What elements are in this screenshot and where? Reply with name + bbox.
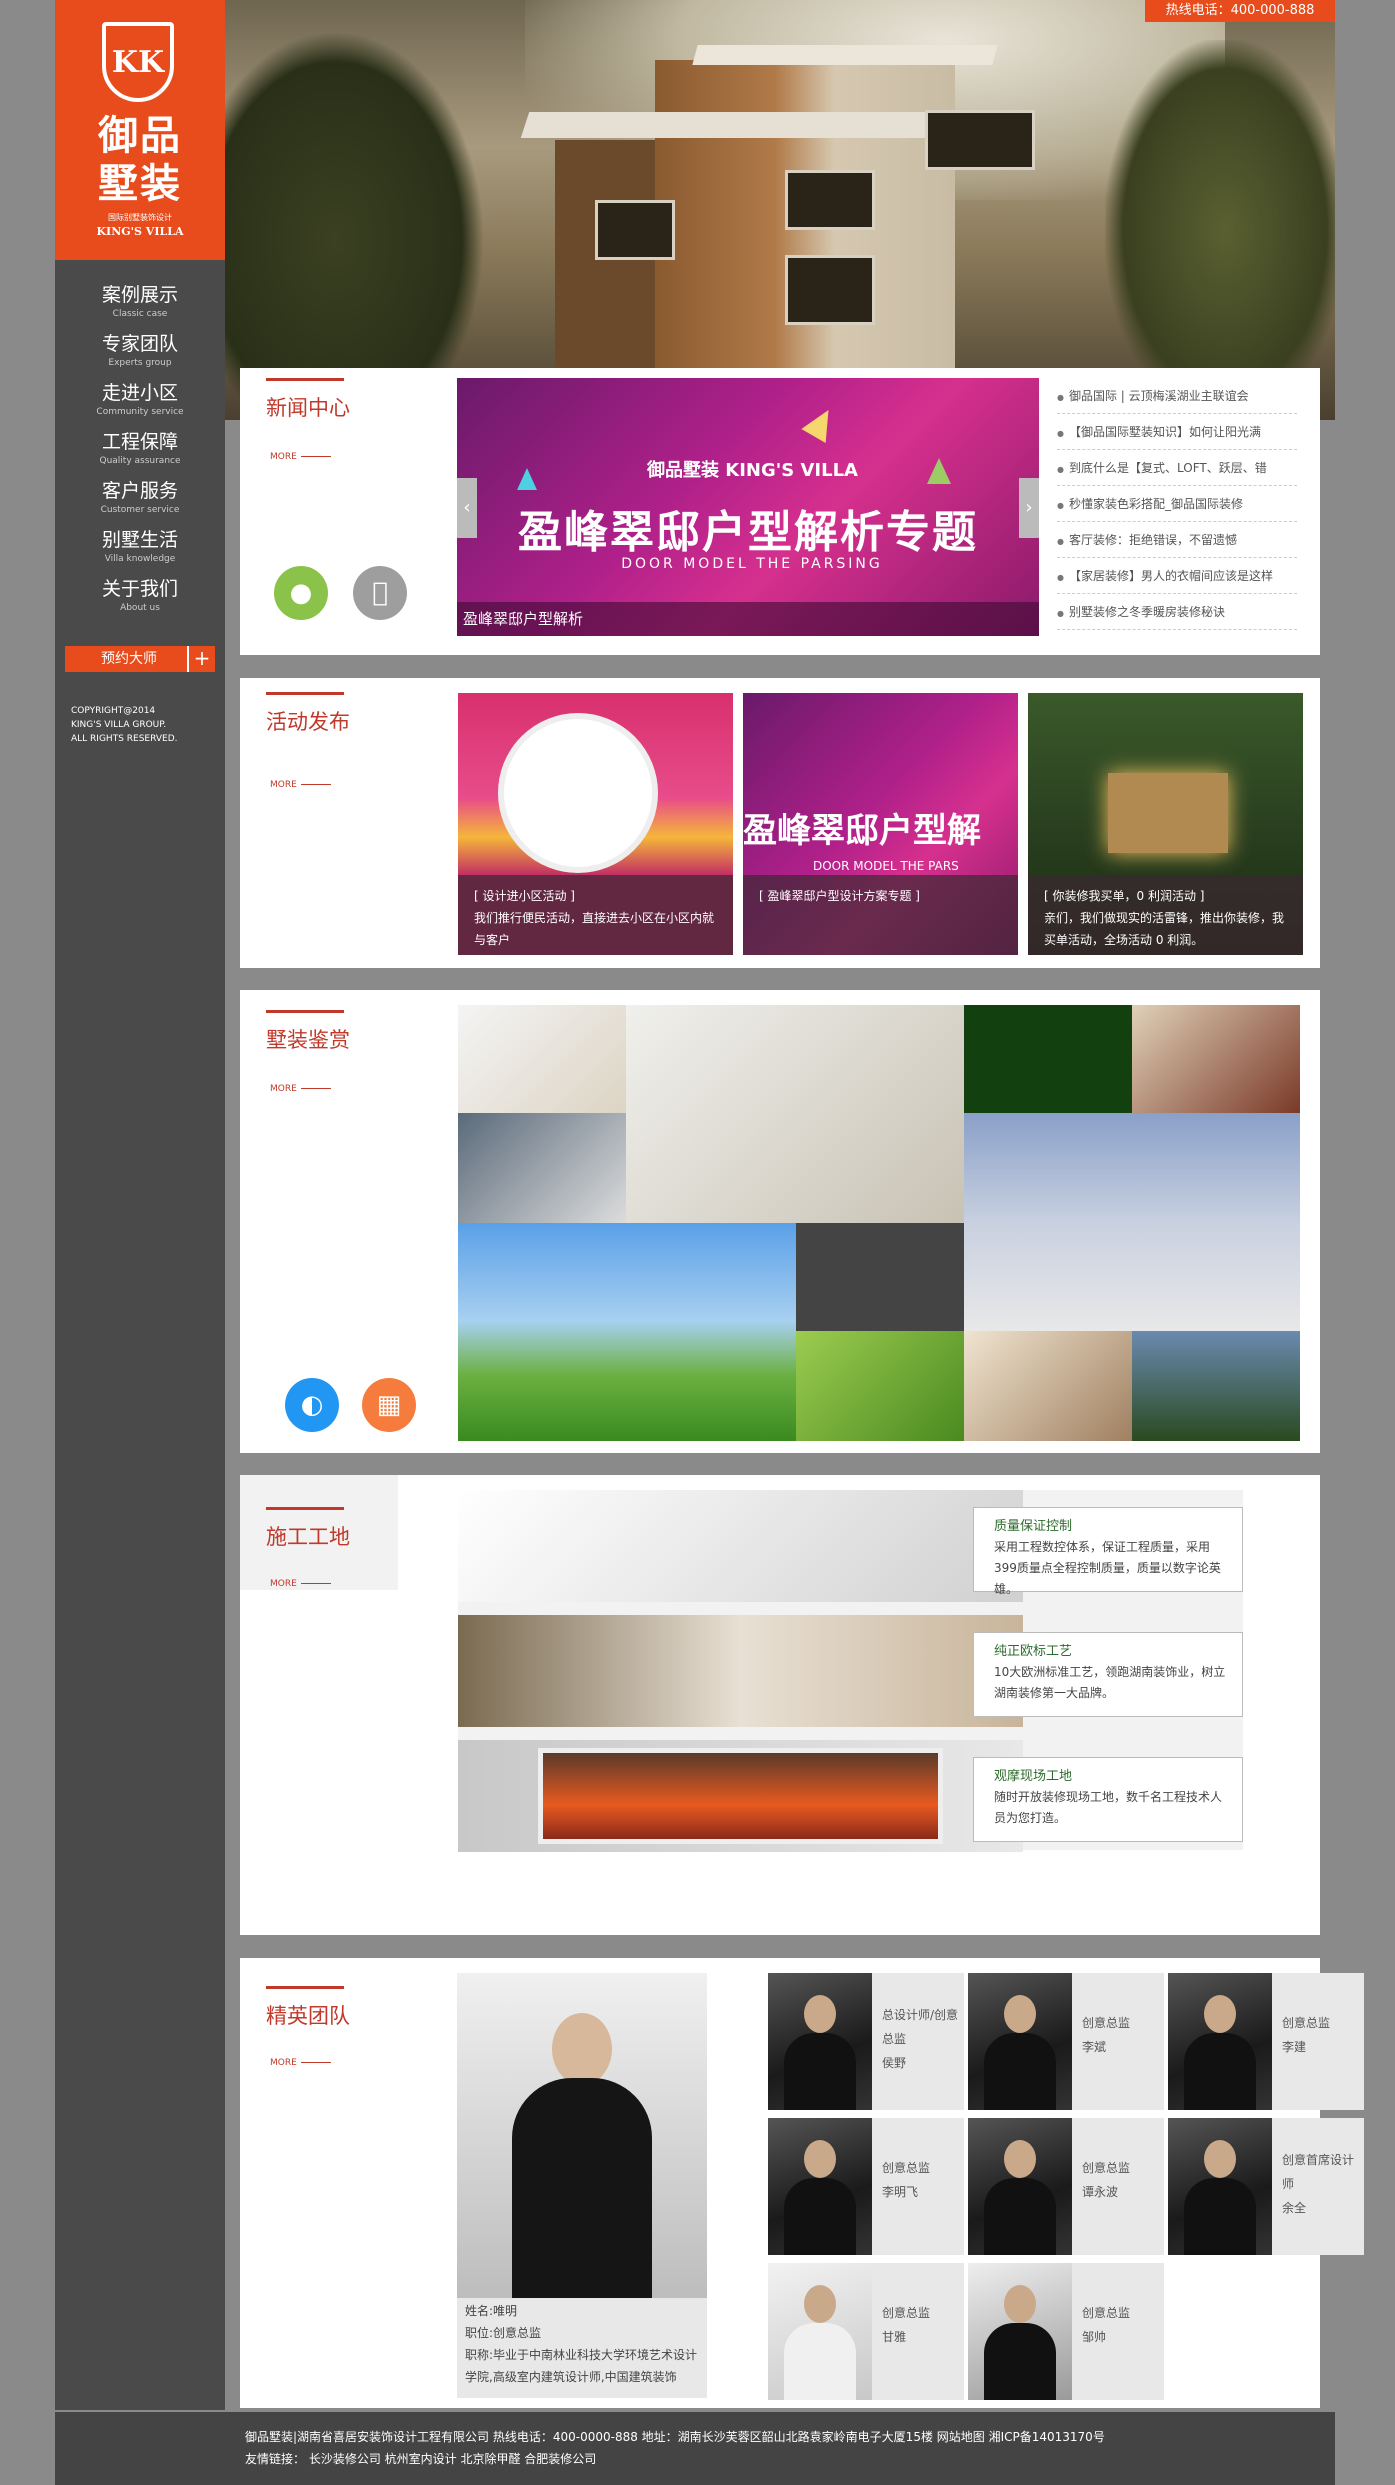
news-item[interactable]: 客厅装修：拒绝错误，不留遗憾 bbox=[1057, 522, 1297, 558]
shield-logo-icon: KK bbox=[102, 22, 174, 102]
construct-panel: 施工工地 MORE 质量保证控制 采用工程数控体系，保证工程质量，采用399质量点… bbox=[240, 1475, 1320, 1935]
news-item[interactable]: 【家居装修】男人的衣帽间应该是这样 bbox=[1057, 558, 1297, 594]
logo-subtitle: 国际别墅装饰设计 bbox=[108, 213, 172, 222]
gallery-image[interactable] bbox=[796, 1223, 964, 1331]
gallery-image[interactable] bbox=[796, 1331, 964, 1441]
logo-english: KING'S VILLA bbox=[96, 225, 184, 238]
team-member-card[interactable]: 创意总监 李斌 bbox=[968, 1973, 1164, 2110]
villa-night-image bbox=[1108, 773, 1228, 853]
team-member-card[interactable]: 创意总监 甘雅 bbox=[768, 2263, 964, 2400]
gallery-image[interactable] bbox=[1132, 1331, 1300, 1441]
book-icon[interactable]: ▦ bbox=[362, 1378, 416, 1432]
footer-links[interactable]: 友情链接： 长沙装修公司 杭州室内设计 北京除甲醛 合肥装修公司 bbox=[245, 2448, 1335, 2470]
logo-name: 御品 墅装 bbox=[98, 113, 182, 207]
activity-panel: 活动发布 MORE [ 设计进小区活动 ] 我们推行便民活动，直接进去小区在小区内… bbox=[240, 678, 1320, 968]
activity-card[interactable]: [ 你装修我买单，0 利润活动 ] 亲们，我们做现实的活雷锋，推出你装修，我买单活… bbox=[1028, 693, 1303, 955]
hotline-badge: 热线电话：400-000-888 bbox=[1145, 0, 1335, 22]
news-more-link[interactable]: MORE bbox=[270, 452, 331, 462]
book-master-button[interactable]: 预约大师 + bbox=[65, 646, 215, 672]
activity-more-link[interactable]: MORE bbox=[270, 780, 331, 790]
gallery-more-link[interactable]: MORE bbox=[270, 1084, 331, 1094]
construct-text: 纯正欧标工艺 10大欧洲标准工艺，领跑湖南装饰业，树立湖南装修第一大品牌。 bbox=[973, 1632, 1243, 1717]
banner-en: DOOR MODEL THE PARSING bbox=[621, 556, 883, 572]
banner-prev-arrow-icon[interactable]: ‹ bbox=[457, 478, 477, 538]
team-leader-card[interactable]: 姓名:唯明 职位:创意总监 职称:毕业于中南林业科技大学环境艺术设计学院,高级室… bbox=[457, 1973, 707, 2398]
team-member-card[interactable]: 创意总监 邹帅 bbox=[968, 2263, 1164, 2400]
construct-more-link[interactable]: MORE bbox=[270, 1579, 331, 1589]
activity-card-banner-text: 盈峰翠邸户型解 bbox=[743, 811, 981, 851]
gallery-image[interactable] bbox=[964, 1005, 1132, 1113]
construct-text: 质量保证控制 采用工程数控体系，保证工程质量，采用399质量点全程控制质量，质量以… bbox=[973, 1507, 1243, 1596]
activity-title: 活动发布 bbox=[266, 692, 350, 736]
nav-item-experts[interactable]: 专家团队 Experts group bbox=[55, 331, 225, 380]
banner-brand: 御品墅装 KING'S VILLA bbox=[647, 460, 858, 481]
news-panel: 新闻中心 MORE ●  御品墅装 KING'S VILLA 盈峰翠邸户型解析… bbox=[240, 368, 1320, 655]
book-master-label: 预约大师 bbox=[101, 651, 157, 667]
activity-card[interactable]: [ 设计进小区活动 ] 我们推行便民活动，直接进去小区在小区内就与客户 bbox=[458, 693, 733, 955]
nav-item-quality[interactable]: 工程保障 Quality assurance bbox=[55, 429, 225, 478]
team-member-card[interactable]: 总设计师/创意总监 侯野 bbox=[768, 1973, 964, 2110]
hero-villa-image: 热线电话：400-000-888 bbox=[225, 0, 1335, 420]
news-item[interactable]: 别墅装修之冬季暖房装修秘诀 bbox=[1057, 594, 1297, 630]
brand-logo[interactable]: KK 御品 墅装 国际别墅装饰设计 KING'S VILLA bbox=[55, 0, 225, 260]
footer: 御品墅装|湖南省喜居安装饰设计工程有限公司 热线电话：400-0000-888 … bbox=[55, 2412, 1335, 2485]
construct-row: 观摩现场工地 随时开放装修现场工地，数千名工程技术人员为您打造。 bbox=[458, 1740, 1243, 1852]
gallery-panel: 墅装鉴赏 MORE ◐ ▦ bbox=[240, 990, 1320, 1453]
interior-image[interactable] bbox=[458, 1615, 1023, 1727]
gallery-image[interactable] bbox=[964, 1331, 1132, 1441]
news-item[interactable]: 【御品国际墅装知识】如何让阳光满 bbox=[1057, 414, 1297, 450]
news-item[interactable]: 到底什么是【复式、LOFT、跃层、错 bbox=[1057, 450, 1297, 486]
activity-card-caption: [ 设计进小区活动 ] 我们推行便民活动，直接进去小区在小区内就与客户 bbox=[458, 875, 733, 955]
gallery-image[interactable] bbox=[626, 1005, 964, 1223]
nav-item-cases[interactable]: 案例展示 Classic case bbox=[55, 282, 225, 331]
activity-card[interactable]: 盈峰翠邸户型解 DOOR MODEL THE PARS [ 盈峰翠邸户型设计方案… bbox=[743, 693, 1018, 955]
gallery-image[interactable] bbox=[964, 1113, 1300, 1331]
news-banner[interactable]: 御品墅装 KING'S VILLA 盈峰翠邸户型解析专题 DOOR MODEL … bbox=[457, 378, 1039, 636]
copyright: COPYRIGHT@2014 KING'S VILLA GROUP. ALL RIG… bbox=[71, 706, 178, 744]
team-member-card[interactable]: 创意首席设计师 余全 bbox=[1168, 2118, 1364, 2255]
floorplan-image[interactable] bbox=[458, 1490, 1023, 1602]
sidebar: KK 御品 墅装 国际别墅装饰设计 KING'S VILLA 案例展示 Classi… bbox=[55, 0, 225, 2410]
banner-title: 盈峰翠邸户型解析专题 bbox=[518, 507, 978, 558]
main-nav: 案例展示 Classic case 专家团队 Experts group 走进小区 C… bbox=[55, 282, 225, 625]
page-wrapper: KK 御品 墅装 国际别墅装饰设计 KING'S VILLA 案例展示 Classi… bbox=[55, 0, 1364, 2485]
activity-card-caption: [ 盈峰翠邸户型设计方案专题 ] bbox=[743, 875, 1018, 955]
team-photo-image[interactable] bbox=[458, 1740, 1023, 1852]
team-panel: 精英团队 MORE 姓名:唯明 职位:创意总监 职称:毕业于中南林业科技大学环境… bbox=[240, 1958, 1364, 2408]
nav-item-about[interactable]: 关于我们 About us bbox=[55, 576, 225, 625]
nav-item-villa-life[interactable]: 别墅生活 Villa knowledge bbox=[55, 527, 225, 576]
construct-row: 质量保证控制 采用工程数控体系，保证工程质量，采用399质量点全程控制质量，质量以… bbox=[458, 1490, 1243, 1602]
team-more-link[interactable]: MORE bbox=[270, 2058, 331, 2068]
gallery-image[interactable] bbox=[458, 1113, 626, 1223]
plus-icon: + bbox=[187, 646, 215, 672]
construct-title: 施工工地 bbox=[266, 1507, 350, 1551]
news-title: 新闻中心 bbox=[266, 378, 350, 422]
leader-info: 姓名:唯明 职位:创意总监 职称:毕业于中南林业科技大学环境艺术设计学院,高级室… bbox=[465, 2304, 698, 2384]
banner-next-arrow-icon[interactable]: › bbox=[1019, 478, 1039, 538]
activity-card-banner-en: DOOR MODEL THE PARS bbox=[813, 859, 959, 873]
gallery-image[interactable] bbox=[1132, 1005, 1300, 1113]
team-title: 精英团队 bbox=[266, 1986, 350, 2030]
team-member-card[interactable]: 创意总监 李建 bbox=[1168, 1973, 1364, 2110]
globe-icon[interactable]: ◐ bbox=[285, 1378, 339, 1432]
activity-card-caption: [ 你装修我买单，0 利润活动 ] 亲们，我们做现实的活雷锋，推出你装修，我买单活… bbox=[1028, 875, 1303, 955]
nav-item-service[interactable]: 客户服务 Customer service bbox=[55, 478, 225, 527]
team-member-card[interactable]: 创意总监 李明飞 bbox=[768, 2118, 964, 2255]
nav-item-community[interactable]: 走进小区 Community service bbox=[55, 380, 225, 429]
gallery-image[interactable] bbox=[458, 1223, 796, 1441]
android-app-icon[interactable]: ● bbox=[274, 566, 328, 620]
news-item[interactable]: 御品国际 | 云顶梅溪湖业主联谊会 bbox=[1057, 378, 1297, 414]
news-item[interactable]: 秒懂家装色彩搭配_御品国际装修 bbox=[1057, 486, 1297, 522]
footer-info: 御品墅装|湖南省喜居安装饰设计工程有限公司 热线电话：400-0000-888 … bbox=[245, 2430, 1105, 2444]
gallery-title: 墅装鉴赏 bbox=[266, 1010, 350, 1054]
leader-photo bbox=[457, 1973, 707, 2298]
team-member-card[interactable]: 创意总监 谭永波 bbox=[968, 2118, 1164, 2255]
apple-app-icon[interactable]:  bbox=[353, 566, 407, 620]
construct-row: 纯正欧标工艺 10大欧洲标准工艺，领跑湖南装饰业，树立湖南装修第一大品牌。 bbox=[458, 1615, 1243, 1727]
construct-text: 观摩现场工地 随时开放装修现场工地，数千名工程技术人员为您打造。 bbox=[973, 1757, 1243, 1842]
news-list: 御品国际 | 云顶梅溪湖业主联谊会 【御品国际墅装知识】如何让阳光满 到底什么是… bbox=[1057, 378, 1297, 630]
gallery-image[interactable] bbox=[458, 1005, 626, 1113]
banner-caption: 盈峰翠邸户型解析 bbox=[457, 602, 1039, 636]
kids-illustration bbox=[498, 713, 658, 873]
